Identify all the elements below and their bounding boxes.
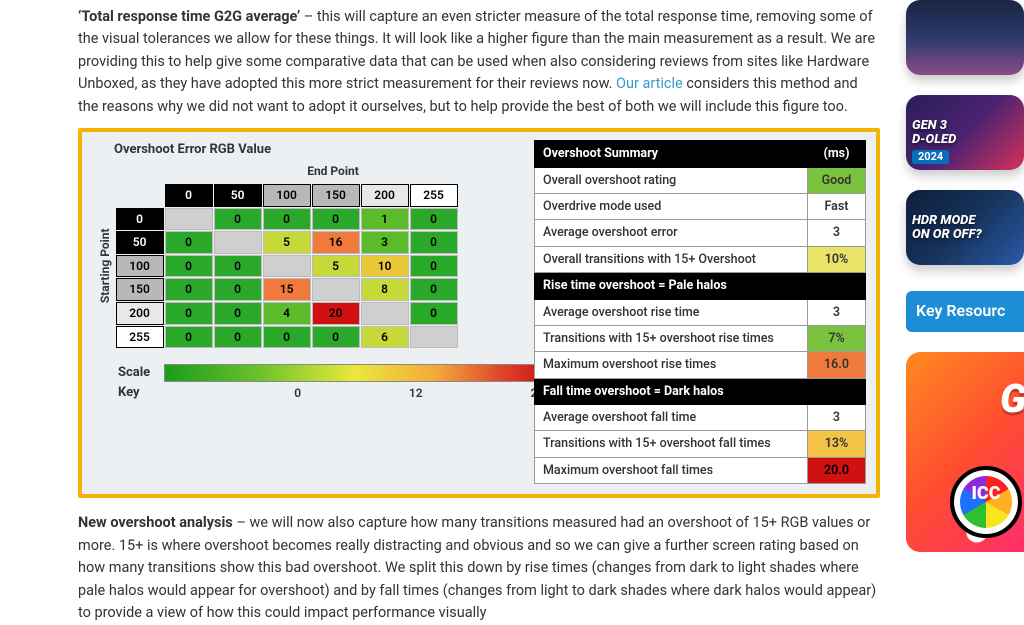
icc-badge-icon: ICC [950,466,1022,538]
heatmap-cell [361,302,409,325]
heatmap-cell: 0 [165,302,213,325]
sidebar-card-hdr[interactable]: HDR MODEON OR OFF? [906,190,1024,265]
heatmap-col-header: 200 [361,184,409,207]
heatmap-cell: 16 [312,231,360,254]
overshoot-figure: Overshoot Error RGB Value End Point Star… [78,128,880,498]
heatmap-cell [312,278,360,301]
heatmap-cell: 0 [214,255,262,278]
heatmap-cell: 3 [361,231,409,254]
overshoot-summary-panel: Overshoot Summary(ms) Overall overshoot … [534,140,866,484]
heatmap-col-header: 150 [312,184,360,207]
paragraph-top: ‘Total response time G2G average’ – this… [78,6,880,118]
heatmap-row-header: 0 [116,208,164,231]
heatmap-title: Overshoot Error RGB Value [114,140,512,160]
heatmap-cell [263,255,311,278]
heatmap-row-header: 150 [116,278,164,301]
heatmap-y-label: Starting Point [92,183,115,349]
heatmap-col-header: 0 [165,184,213,207]
heatmap-table: 050100150200255 000010500516301000051001… [115,183,459,349]
sidebar-card-qd-oled[interactable]: GEN 3D-OLED 2024 [906,95,1024,170]
heatmap-cell: 6 [361,326,409,349]
scale-ticks: 0 12 20 [294,384,544,403]
heatmap-cell: 0 [410,255,458,278]
rise-time-header: Rise time overshoot = Pale halos [535,273,866,299]
overall-rating-value: Good [808,167,866,193]
heatmap-panel: Overshoot Error RGB Value End Point Star… [92,140,512,484]
fall-time-header: Fall time overshoot = Dark halos [535,378,866,404]
heatmap-cell: 0 [410,208,458,231]
our-article-link[interactable]: Our article [616,75,683,92]
heatmap-col-header: 50 [214,184,262,207]
heatmap-cell: 0 [165,326,213,349]
sidebar-promo[interactable]: GE ICC [906,352,1024,552]
heatmap-cell: 15 [263,278,311,301]
heatmap-cell [214,231,262,254]
heatmap-cell: 4 [263,302,311,325]
paragraph-bottom: New overshoot analysis – we will now als… [78,512,880,624]
heatmap-cell: 0 [165,255,213,278]
heatmap-col-header: 255 [410,184,458,207]
heatmap-x-label: End Point [154,162,512,181]
heatmap-cell: 0 [312,208,360,231]
heatmap-cell: 0 [410,278,458,301]
scale-key-label: Scale Key [118,363,150,403]
heatmap-cell: 0 [214,326,262,349]
heatmap-cell: 8 [361,278,409,301]
heatmap-cell: 0 [263,326,311,349]
heatmap-cell: 0 [214,302,262,325]
heatmap-col-header: 100 [263,184,311,207]
heatmap-cell [165,208,213,231]
heatmap-cell: 0 [410,302,458,325]
scale-gradient [164,364,544,382]
scale-key: Scale Key 0 12 20 [118,363,512,403]
lead-phrase-2: New overshoot analysis [78,514,233,531]
heatmap-row-header: 100 [116,255,164,278]
sidebar: GEN 3D-OLED 2024 HDR MODEON OR OFF? Key … [906,0,1024,552]
heatmap-cell: 0 [312,326,360,349]
heatmap-cell: 0 [214,278,262,301]
heatmap-cell: 0 [410,231,458,254]
heatmap-cell: 5 [312,255,360,278]
key-resources-heading[interactable]: Key Resourc [906,291,1024,332]
heatmap-cell: 0 [214,208,262,231]
heatmap-row-header: 200 [116,302,164,325]
summary-header: Overshoot Summary [535,141,808,167]
heatmap-row-header: 50 [116,231,164,254]
heatmap-cell: 5 [263,231,311,254]
lead-phrase: ‘Total response time G2G average’ [78,8,300,25]
overdrive-mode-value: Fast [808,194,866,220]
overshoot-summary-table: Overshoot Summary(ms) Overall overshoot … [534,140,866,484]
heatmap-cell: 0 [165,278,213,301]
year-badge: 2024 [912,150,949,164]
heatmap-cell: 20 [312,302,360,325]
promo-headline: GE [1000,368,1024,430]
heatmap-row-header: 255 [116,326,164,349]
heatmap-cell: 0 [263,208,311,231]
heatmap-cell [410,326,458,349]
heatmap-cell: 1 [361,208,409,231]
heatmap-cell: 0 [165,231,213,254]
heatmap-cell: 10 [361,255,409,278]
sidebar-card-landscape[interactable] [906,0,1024,75]
article-body: ‘Total response time G2G average’ – this… [0,0,900,576]
